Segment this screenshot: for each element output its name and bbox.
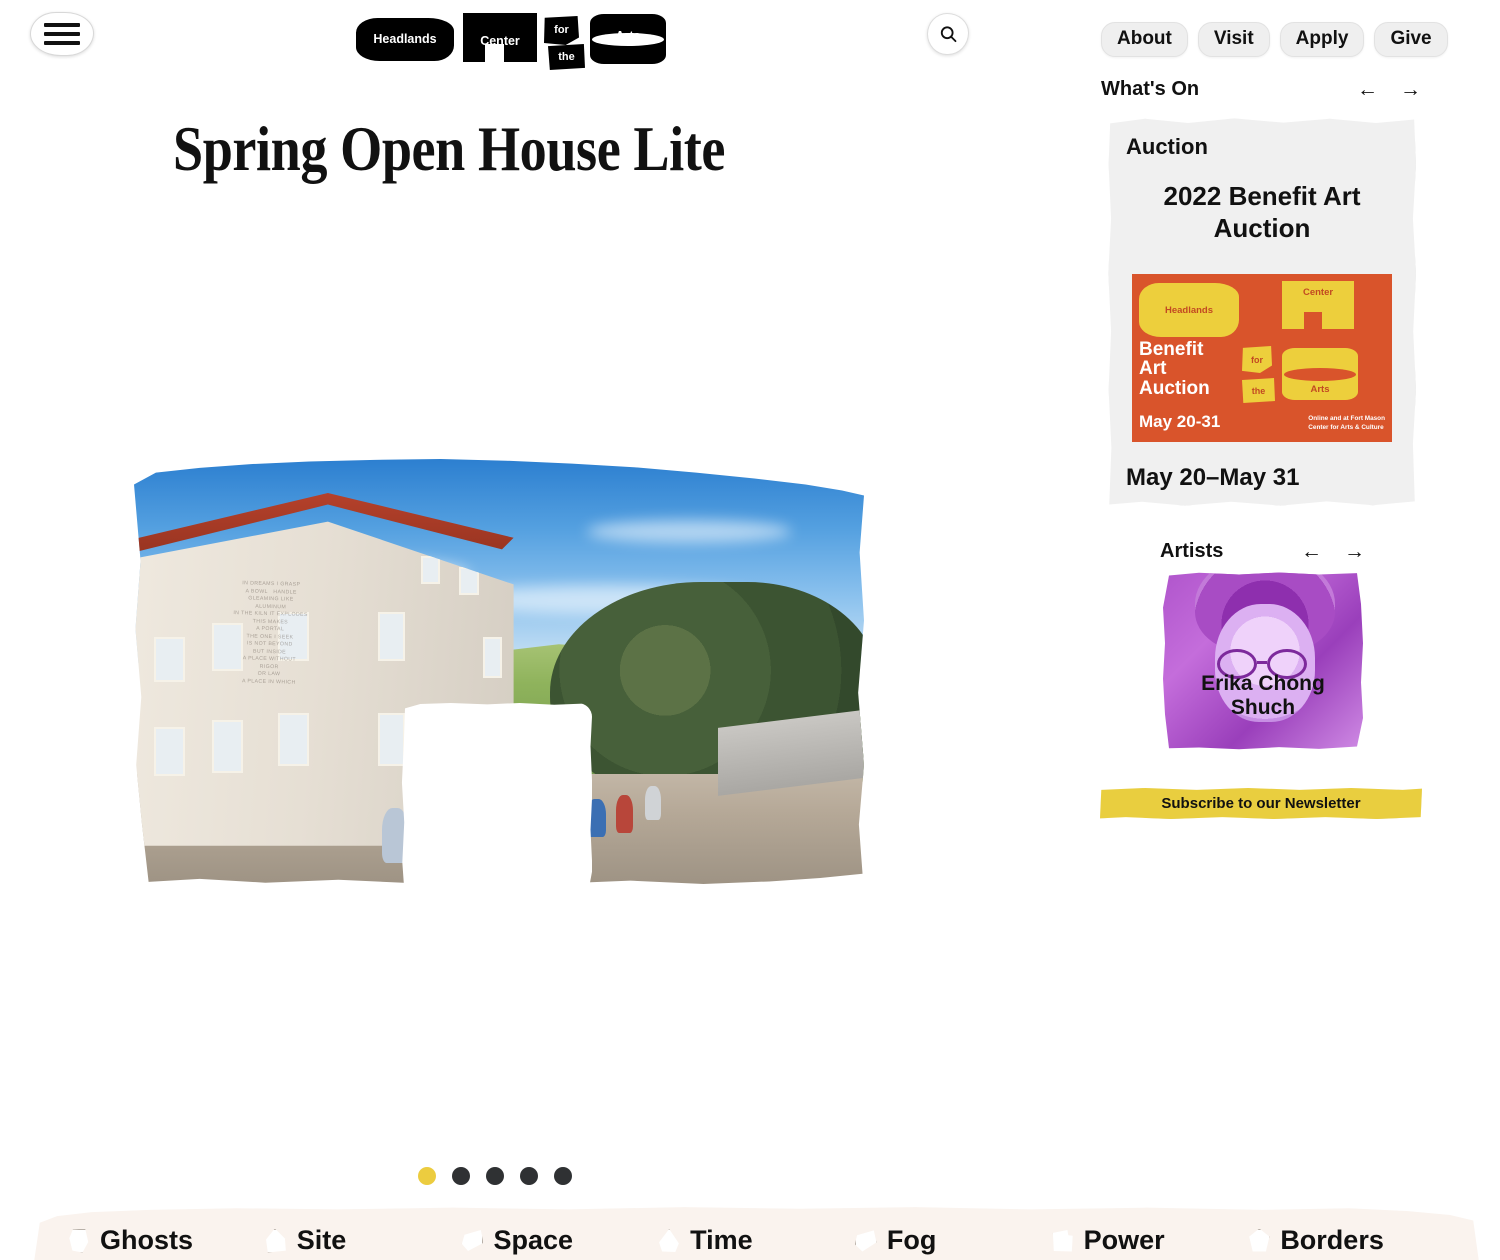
logo-text-center: Center	[480, 33, 520, 48]
bottom-tab-ghosts[interactable]: Ghosts	[68, 1225, 265, 1256]
bottom-tab-time[interactable]: Time	[658, 1225, 855, 1256]
site-logo[interactable]: Headlands Center for the Arts	[356, 6, 666, 70]
blob-shape-icon	[461, 1229, 484, 1252]
logo-block-for: for	[544, 16, 579, 45]
whats-on-header: What's On ← →	[1101, 78, 1421, 101]
whats-on-label: What's On	[1101, 78, 1200, 100]
artist-portrait	[1163, 572, 1363, 750]
poster-block-arts: Arts	[1282, 348, 1358, 400]
whats-on-prev-arrow[interactable]: ←	[1357, 79, 1378, 100]
logo-text-arts: Arts	[615, 28, 641, 43]
bottom-tab-list: Ghosts Site Space Time Fog Power Borders	[34, 1225, 1479, 1260]
blob-shape-icon	[1052, 1229, 1073, 1252]
bottom-tab-space[interactable]: Space	[461, 1225, 658, 1256]
auction-poster-image: Headlands Center for the Arts Benefit Ar…	[1132, 274, 1392, 442]
whats-on-card-kicker: Auction	[1126, 134, 1208, 159]
poster-dates: May 20-31	[1139, 412, 1221, 431]
carousel-dot-1[interactable]	[418, 1167, 436, 1185]
page-root: Headlands Center for the Arts About Visi…	[0, 0, 1500, 1260]
carousel-dot-5[interactable]	[554, 1167, 572, 1185]
artists-header: Artists ← →	[1160, 540, 1365, 563]
nav-item-visit[interactable]: Visit	[1197, 22, 1270, 57]
logo-text-headlands: Headlands	[373, 32, 437, 47]
carousel-dot-4[interactable]	[520, 1167, 538, 1185]
artists-next-arrow[interactable]: →	[1344, 541, 1365, 562]
carousel-dot-2[interactable]	[452, 1167, 470, 1185]
poster-block-the: the	[1242, 378, 1275, 403]
glasses-bridge	[1257, 661, 1267, 664]
bottom-tab-label: Power	[1083, 1225, 1165, 1255]
logo-text-for: for	[554, 24, 569, 36]
bottom-tab-site[interactable]: Site	[265, 1225, 462, 1256]
artists-arrows: ← →	[1301, 541, 1365, 562]
hamburger-menu-icon	[44, 41, 80, 45]
whats-on-arrows: ← →	[1357, 79, 1421, 100]
carousel-dots	[418, 1167, 572, 1185]
logo-text-the: the	[558, 50, 575, 63]
blob-shape-icon	[1249, 1228, 1270, 1252]
logo-block-center: Center	[463, 13, 537, 63]
hamburger-menu-icon	[44, 32, 80, 36]
logo-block-the: the	[548, 44, 585, 70]
hamburger-menu-icon	[44, 23, 80, 27]
artists-label: Artists	[1160, 540, 1224, 562]
nav-item-about[interactable]: About	[1101, 22, 1188, 57]
poster-headline: Benefit Art Auction	[1139, 339, 1210, 399]
primary-nav: About Visit Apply Give	[1101, 22, 1448, 57]
artists-prev-arrow[interactable]: ←	[1301, 541, 1322, 562]
poster-venue: Online and at Fort Mason Center for Arts…	[1308, 415, 1385, 431]
carousel-dot-3[interactable]	[486, 1167, 504, 1185]
site-header: Headlands Center for the Arts About Visi…	[0, 0, 1500, 78]
bottom-tab-label: Space	[493, 1225, 573, 1255]
hero-person	[645, 786, 662, 821]
search-button[interactable]	[927, 13, 969, 55]
hero-building-poem: IN DREAMS I GRASP A BOWL HANDLE GLEAMING L…	[233, 580, 309, 686]
poster-block-headlands: Headlands	[1139, 283, 1239, 337]
whats-on-card[interactable]: Auction 2022 Benefit Art Auction Headlan…	[1108, 118, 1416, 506]
poster-block-center: Center	[1282, 281, 1354, 330]
blob-shape-icon	[266, 1228, 286, 1253]
whats-on-next-arrow[interactable]: →	[1400, 79, 1421, 100]
hero-carousel-image[interactable]: IN DREAMS I GRASP A BOWL HANDLE GLEAMING L…	[134, 459, 864, 884]
hero-archway-cutout	[401, 702, 593, 884]
search-icon	[940, 25, 956, 42]
whats-on-card-date: May 20–May 31	[1126, 464, 1300, 491]
artist-card[interactable]: Erika Chong Shuch	[1163, 572, 1363, 750]
artist-name: Erika Chong Shuch	[1201, 671, 1325, 720]
bottom-tab-label: Ghosts	[100, 1225, 194, 1255]
blob-shape-icon	[69, 1228, 89, 1253]
nav-item-give[interactable]: Give	[1374, 22, 1448, 57]
logo-block-arts: Arts	[590, 14, 666, 64]
whats-on-card-title: 2022 Benefit Art Auction	[1163, 181, 1361, 244]
bottom-tab-label: Site	[296, 1225, 347, 1255]
bottom-tab-borders[interactable]: Borders	[1248, 1225, 1445, 1256]
bottom-tab-label: Fog	[886, 1225, 937, 1255]
bottom-tag-bar: Ghosts Site Space Time Fog Power Borders	[34, 1207, 1479, 1260]
hero-person	[615, 794, 634, 833]
bottom-tab-power[interactable]: Power	[1052, 1225, 1249, 1256]
blob-shape-icon	[659, 1228, 679, 1253]
poster-block-for: for	[1242, 346, 1272, 373]
page-title: Spring Open House Lite	[173, 114, 725, 184]
logo-block-headlands: Headlands	[356, 18, 454, 61]
nav-item-apply[interactable]: Apply	[1279, 22, 1365, 57]
hamburger-menu-button[interactable]	[30, 12, 94, 56]
blob-shape-icon	[854, 1230, 877, 1252]
bottom-tab-fog[interactable]: Fog	[854, 1225, 1052, 1256]
bottom-tab-label: Time	[690, 1225, 753, 1255]
bottom-tab-label: Borders	[1280, 1225, 1384, 1255]
newsletter-subscribe-button[interactable]: Subscribe to our Newsletter	[1100, 788, 1422, 819]
